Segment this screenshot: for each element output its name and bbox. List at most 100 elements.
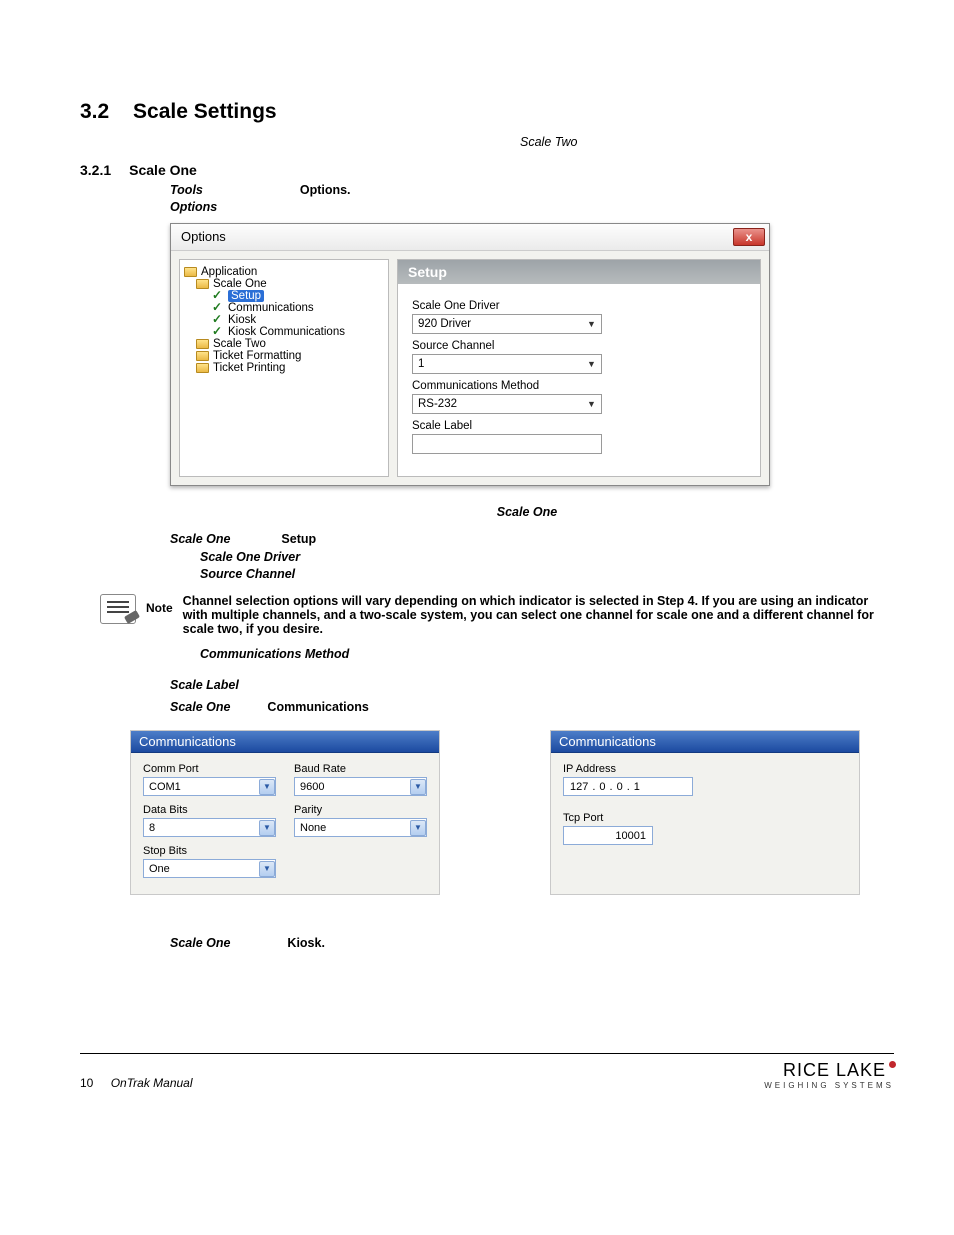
chevron-down-icon: ▼: [584, 316, 599, 331]
scale-label-label: Scale Label: [412, 420, 746, 432]
subsection-number: 3.2.1: [80, 162, 111, 178]
data-bits-value: 8: [149, 822, 155, 834]
tree-ticket-formatting[interactable]: Ticket Formatting: [213, 350, 301, 362]
note-label: Note: [146, 601, 173, 615]
chevron-down-icon: ▼: [410, 820, 426, 836]
comm-port-value: COM1: [149, 781, 181, 793]
ip-octet-2: 0: [599, 781, 605, 793]
brand-sub: WEIGHING SYSTEMS: [764, 1081, 894, 1090]
close-icon: x: [746, 230, 753, 244]
subsection-title: Scale One: [129, 162, 197, 178]
tail-kiosk: Kiosk.: [287, 936, 325, 950]
comm-port-dropdown[interactable]: COM1 ▼: [143, 777, 276, 796]
options-dialog-ref: Options: [170, 200, 217, 214]
tree-kiosk[interactable]: Kiosk: [228, 314, 256, 326]
figure-caption-scale-one: Scale One: [497, 505, 557, 519]
folder-icon: [196, 279, 209, 289]
field-comm-method: Communications Method: [200, 647, 349, 661]
stop-bits-value: One: [149, 863, 170, 875]
driver-dropdown[interactable]: 920 Driver ▼: [412, 314, 602, 334]
page-footer: 10 OnTrak Manual RICE LAKE WEIGHING SYST…: [80, 1053, 894, 1090]
chevron-down-icon: ▼: [584, 396, 599, 411]
note-block: Note Channel selection options will vary…: [100, 594, 894, 636]
tree-ticket-printing[interactable]: Ticket Printing: [213, 362, 285, 374]
note-text: Channel selection options will vary depe…: [183, 594, 894, 636]
options-menu-ref: Options.: [300, 183, 351, 197]
options-dialog: Options x Application Scale One Setup Co…: [170, 223, 770, 486]
tree-setup[interactable]: Setup: [228, 290, 264, 302]
dialog-title-text: Options: [181, 229, 226, 244]
check-icon: [212, 326, 224, 338]
close-button[interactable]: x: [733, 228, 765, 246]
comm-method-value: RS-232: [418, 398, 457, 410]
step-scale-one: Scale One: [170, 532, 230, 546]
baud-label: Baud Rate: [294, 763, 427, 775]
data-bits-dropdown[interactable]: 8 ▼: [143, 818, 276, 837]
tcp-port-label: Tcp Port: [563, 812, 847, 824]
section-title: Scale Settings: [133, 100, 277, 123]
step9-scale-one: Scale One: [170, 700, 230, 714]
tcpip-panel-header: Communications: [551, 731, 859, 753]
driver-label: Scale One Driver: [412, 300, 746, 312]
page-number: 10: [80, 1076, 93, 1090]
baud-dropdown[interactable]: 9600 ▼: [294, 777, 427, 796]
source-dropdown[interactable]: 1 ▼: [412, 354, 602, 374]
tail-scale-one: Scale One: [170, 936, 230, 950]
folder-icon: [196, 339, 209, 349]
tcp-port-input[interactable]: 10001: [563, 826, 653, 845]
parity-label: Parity: [294, 804, 427, 816]
baud-value: 9600: [300, 781, 324, 793]
source-value: 1: [418, 358, 424, 370]
scale-label-input[interactable]: [412, 434, 602, 454]
setup-panel-header: Setup: [398, 260, 760, 284]
tree-kiosk-comm[interactable]: Kiosk Communications: [228, 326, 345, 338]
chevron-down-icon: ▼: [259, 779, 275, 795]
section-heading: 3.2 Scale Settings: [80, 100, 894, 124]
brand-main: RICE LAKE: [783, 1060, 886, 1080]
ip-octet-3: 0: [617, 781, 623, 793]
parity-value: None: [300, 822, 326, 834]
field-scale-label: Scale Label: [170, 678, 239, 692]
ip-input[interactable]: 127. 0. 0. 1: [563, 777, 693, 796]
comm-port-label: Comm Port: [143, 763, 276, 775]
tools-menu-ref: Tools: [170, 183, 203, 197]
chevron-down-icon: ▼: [259, 820, 275, 836]
tree-communications[interactable]: Communications: [228, 302, 314, 314]
tcpip-panel: Communications IP Address 127. 0. 0. 1 T…: [550, 730, 860, 895]
folder-icon: [196, 363, 209, 373]
note-icon: [100, 594, 136, 624]
manual-name: OnTrak Manual: [111, 1076, 193, 1090]
folder-icon: [196, 351, 209, 361]
stop-bits-label: Stop Bits: [143, 845, 276, 857]
ip-octet-4: 1: [634, 781, 640, 793]
data-bits-label: Data Bits: [143, 804, 276, 816]
brand-logo: RICE LAKE WEIGHING SYSTEMS: [764, 1060, 894, 1090]
source-label: Source Channel: [412, 340, 746, 352]
tree-scale-two[interactable]: Scale Two: [213, 338, 266, 350]
driver-value: 920 Driver: [418, 318, 471, 330]
section-number: 3.2: [80, 100, 109, 123]
field-driver: Scale One Driver: [200, 550, 300, 564]
brand-dot-icon: [889, 1061, 896, 1068]
folder-icon: [184, 267, 197, 277]
tree-application[interactable]: Application: [201, 266, 257, 278]
chevron-down-icon: ▼: [259, 861, 275, 877]
comm-method-label: Communications Method: [412, 380, 746, 392]
chevron-down-icon: ▼: [584, 356, 599, 371]
options-tree[interactable]: Application Scale One Setup Communicatio…: [179, 259, 389, 477]
dialog-titlebar: Options x: [171, 224, 769, 251]
tcp-port-value: 10001: [615, 830, 646, 842]
ip-octet-1: 127: [570, 781, 588, 793]
ip-label: IP Address: [563, 763, 847, 775]
parity-dropdown[interactable]: None ▼: [294, 818, 427, 837]
field-source: Source Channel: [200, 567, 295, 581]
scale-two-hint: Scale Two: [520, 134, 894, 152]
step9-comm: Communications: [267, 700, 368, 714]
step-setup: Setup: [281, 532, 316, 546]
rs232-panel: Communications Comm Port COM1 ▼ Baud Rat…: [130, 730, 440, 895]
chevron-down-icon: ▼: [410, 779, 426, 795]
rs232-panel-header: Communications: [131, 731, 439, 753]
setup-panel: Setup Scale One Driver 920 Driver ▼ Sour…: [397, 259, 761, 477]
stop-bits-dropdown[interactable]: One ▼: [143, 859, 276, 878]
comm-method-dropdown[interactable]: RS-232 ▼: [412, 394, 602, 414]
